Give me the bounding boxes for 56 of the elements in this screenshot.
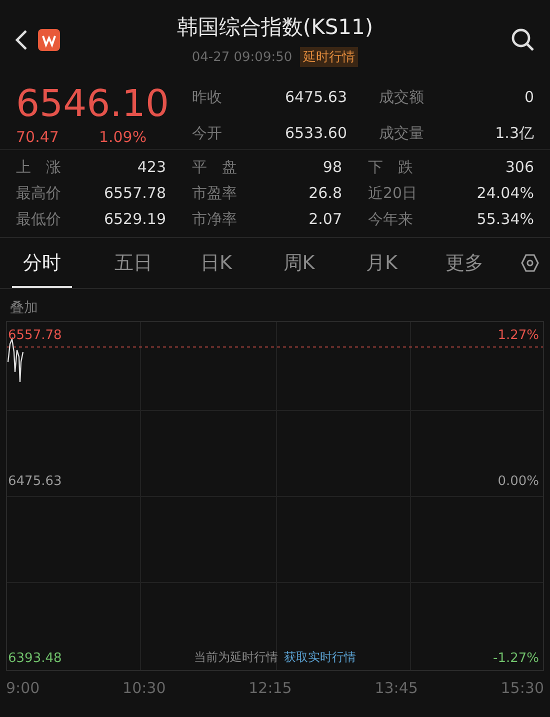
period-tab[interactable]: 日K xyxy=(174,238,258,288)
period-tab[interactable]: 分时 xyxy=(12,238,72,288)
stat-value: 306 xyxy=(505,158,534,177)
overlay-label[interactable]: 叠加 xyxy=(0,289,48,321)
realtime-link[interactable]: 获取实时行情 xyxy=(284,649,356,666)
time-axis-label: 9:00 xyxy=(6,679,40,697)
period-tab[interactable]: 五日 xyxy=(92,238,175,288)
price-axis-label: 6557.78 xyxy=(8,328,62,343)
percent-change: 1.09% xyxy=(98,128,147,146)
stat-value: 24.04% xyxy=(476,184,534,203)
search-icon[interactable] xyxy=(510,27,536,53)
period-tab[interactable]: 更多 xyxy=(423,238,506,288)
time-axis-label: 13:45 xyxy=(374,679,418,697)
time-axis-label: 15:30 xyxy=(500,679,544,697)
stat-value: 6529.19 xyxy=(104,210,166,229)
field-label: 今开 xyxy=(192,124,222,142)
stat-label: 市净率 xyxy=(192,210,237,229)
stat-label: 平 盘 xyxy=(192,158,237,177)
last-price: 6546.10 xyxy=(16,84,170,124)
field-label: 昨收 xyxy=(192,88,222,106)
timestamp: 04-27 09:09:50 xyxy=(192,50,292,64)
percent-axis-label: 1.27% xyxy=(498,328,539,343)
stat-value: 6557.78 xyxy=(104,184,166,203)
stat-label: 市盈率 xyxy=(192,184,237,203)
price-change: 70.47 xyxy=(16,128,59,146)
period-tab[interactable]: 月K xyxy=(340,238,424,288)
price-axis-label: 6475.63 xyxy=(8,474,62,489)
field-value: 0 xyxy=(524,88,534,106)
field-value: 1.3亿 xyxy=(495,124,534,142)
page-title: 韩国综合指数(KS11) xyxy=(176,14,374,41)
field-value: 6533.60 xyxy=(284,124,347,142)
price-axis-label: 6393.48 xyxy=(8,651,62,666)
delay-notice: 当前为延时行情 xyxy=(194,649,278,666)
stat-value: 98 xyxy=(322,158,342,177)
stat-label: 下 跌 xyxy=(368,158,413,177)
delay-badge: 延时行情 xyxy=(300,47,358,67)
stat-label: 最高价 xyxy=(16,184,61,203)
stat-label: 近20日 xyxy=(368,184,418,203)
percent-axis-label: 0.00% xyxy=(498,474,539,489)
field-value: 6475.63 xyxy=(284,88,347,106)
time-axis-label: 10:30 xyxy=(122,679,166,697)
stat-label: 上 涨 xyxy=(16,158,61,177)
time-axis-label: 12:15 xyxy=(248,679,292,697)
settings-icon[interactable] xyxy=(520,253,540,273)
stat-value: 2.07 xyxy=(308,210,342,229)
percent-axis-label: -1.27% xyxy=(493,651,539,666)
stat-label: 最低价 xyxy=(16,210,61,229)
back-icon[interactable] xyxy=(14,29,28,51)
stat-value: 26.8 xyxy=(308,184,342,203)
field-label: 成交量 xyxy=(379,124,424,142)
period-tab[interactable]: 周K xyxy=(258,238,340,288)
field-label: 成交额 xyxy=(379,88,424,106)
stat-label: 今年来 xyxy=(368,210,413,229)
app-logo-icon xyxy=(38,29,60,51)
stat-value: 55.34% xyxy=(476,210,534,229)
stat-value: 423 xyxy=(137,158,166,177)
